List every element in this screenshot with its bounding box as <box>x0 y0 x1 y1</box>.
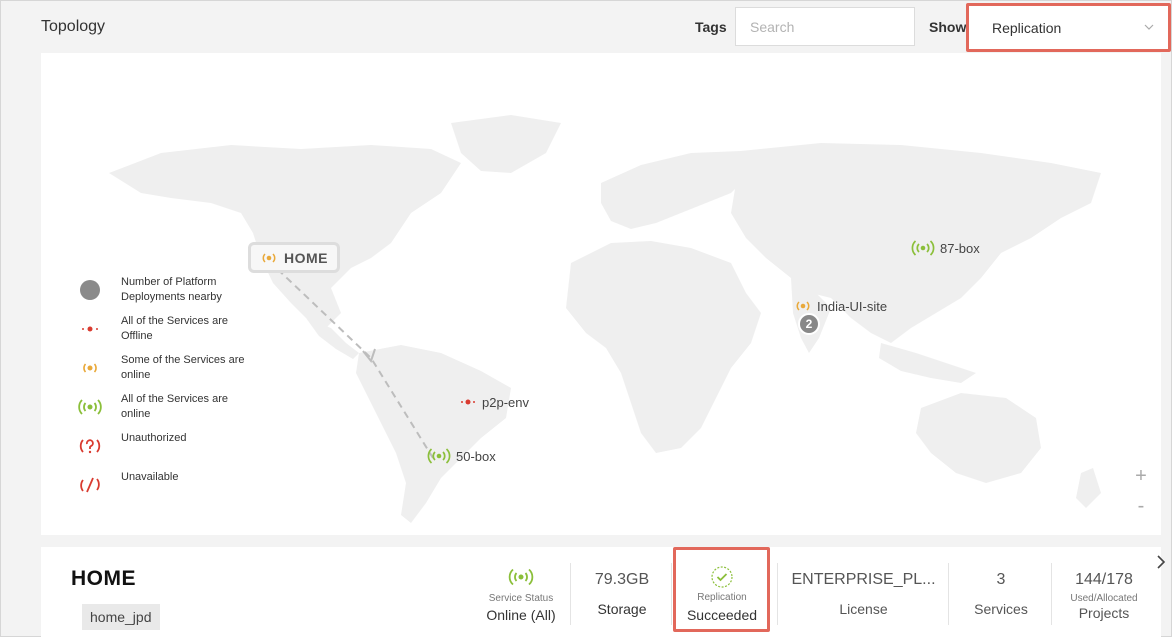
check-circle-icon <box>711 566 733 588</box>
topology-header: Topology Tags Show Replication <box>1 1 1171 53</box>
legend-text: Unavailable <box>121 471 179 483</box>
legend-item: Some of the Services are online <box>77 353 277 392</box>
service-status-stat: Service Status Online (All) <box>476 561 566 631</box>
license-value: ENTERPRISE_PL... <box>791 571 936 588</box>
site-marker-home[interactable]: HOME <box>248 242 340 273</box>
site-marker-50-box[interactable]: 50-box <box>427 447 496 465</box>
map-zoom-controls: + - <box>1126 461 1156 521</box>
legend-text: Unauthorized <box>121 432 187 444</box>
services-stat: 3 Services <box>959 561 1043 631</box>
site-marker-87-box[interactable]: 87-box <box>911 239 980 257</box>
replication-label: Replication <box>697 592 747 603</box>
chevron-down-icon <box>1144 24 1154 30</box>
legend-item: All of the Services are Offline <box>77 314 277 353</box>
zoom-in-button[interactable]: + <box>1126 461 1156 491</box>
red-dot-icon <box>77 318 103 340</box>
legend-text: All of the Services are online <box>121 393 228 420</box>
services-label: Services <box>974 601 1028 617</box>
services-value: 3 <box>996 571 1006 588</box>
legend-text: Some of the Services are online <box>121 354 245 381</box>
legend-text: All of the Services are Offline <box>121 315 228 342</box>
show-select-value: Replication <box>992 20 1062 36</box>
storage-label: Storage <box>597 601 647 617</box>
show-select-highlight: Replication <box>966 3 1171 52</box>
divider <box>570 563 571 625</box>
site-marker-label: p2p-env <box>482 394 529 410</box>
replication-stat[interactable]: Replication Succeeded <box>678 561 766 631</box>
show-select[interactable]: Replication <box>974 10 1164 46</box>
deployment-cluster-badge[interactable]: 2 <box>798 313 820 335</box>
zoom-out-button[interactable]: - <box>1126 491 1156 521</box>
legend-item: Unavailable <box>77 470 277 509</box>
tags-label: Tags <box>695 19 727 35</box>
world-map-panel[interactable]: Number of Platform Deployments nearby Al… <box>41 53 1161 535</box>
page-title: Topology <box>41 18 106 35</box>
replication-value: Succeeded <box>686 607 758 623</box>
legend-item: Number of Platform Deployments nearby <box>77 275 277 314</box>
legend-item: All of the Services are online <box>77 392 277 431</box>
divider <box>948 563 949 625</box>
site-tag[interactable]: home_jpd <box>82 604 160 630</box>
red-dot-icon <box>459 394 477 410</box>
projects-sub-label: Used/Allocated <box>1070 593 1138 604</box>
projects-stat: 144/178 Used/Allocated Projects <box>1061 561 1147 631</box>
site-marker-label: India-UI-site <box>817 298 888 314</box>
topology-page: Topology Tags Show Replication <box>0 0 1172 637</box>
site-details-panel: HOME home_jpd Service Status Online (All… <box>41 547 1161 637</box>
projects-label: Projects <box>1078 605 1130 621</box>
green-signal-icon <box>427 447 451 465</box>
service-status-value: Online (All) <box>486 607 556 623</box>
orange-signal-icon <box>794 298 812 314</box>
storage-stat: 79.3GB Storage <box>581 561 663 631</box>
site-marker-label: 50-box <box>456 448 496 464</box>
green-signal-icon <box>911 239 935 257</box>
gray-dot-icon <box>77 279 103 301</box>
tags-search-input[interactable] <box>735 7 915 46</box>
divider <box>777 563 778 625</box>
site-marker-label: HOME <box>284 249 328 266</box>
divider <box>1051 563 1052 625</box>
license-label: License <box>839 601 888 617</box>
site-marker-india-ui-site[interactable]: India-UI-site <box>794 298 887 314</box>
license-stat: ENTERPRISE_PL... License <box>786 561 941 631</box>
legend-item: Unauthorized <box>77 431 277 470</box>
green-signal-icon <box>77 396 103 418</box>
site-marker-label: 87-box <box>940 240 980 256</box>
site-marker-p2p-env[interactable]: p2p-env <box>459 394 529 410</box>
show-label: Show <box>929 19 967 35</box>
orange-signal-icon <box>77 357 103 379</box>
projects-value: 144/178 <box>1075 571 1133 588</box>
map-legend: Number of Platform Deployments nearby Al… <box>77 275 277 509</box>
orange-signal-icon <box>260 250 278 266</box>
red-slash-icon <box>77 474 103 496</box>
site-name: HOME <box>71 567 136 590</box>
chevron-right-icon[interactable] <box>1154 553 1168 571</box>
green-signal-icon <box>508 568 534 586</box>
legend-text: Number of Platform Deployments nearby <box>121 276 222 303</box>
divider <box>671 563 672 625</box>
service-status-label: Service Status <box>488 593 554 604</box>
storage-value: 79.3GB <box>594 571 650 588</box>
red-question-icon <box>77 435 103 457</box>
